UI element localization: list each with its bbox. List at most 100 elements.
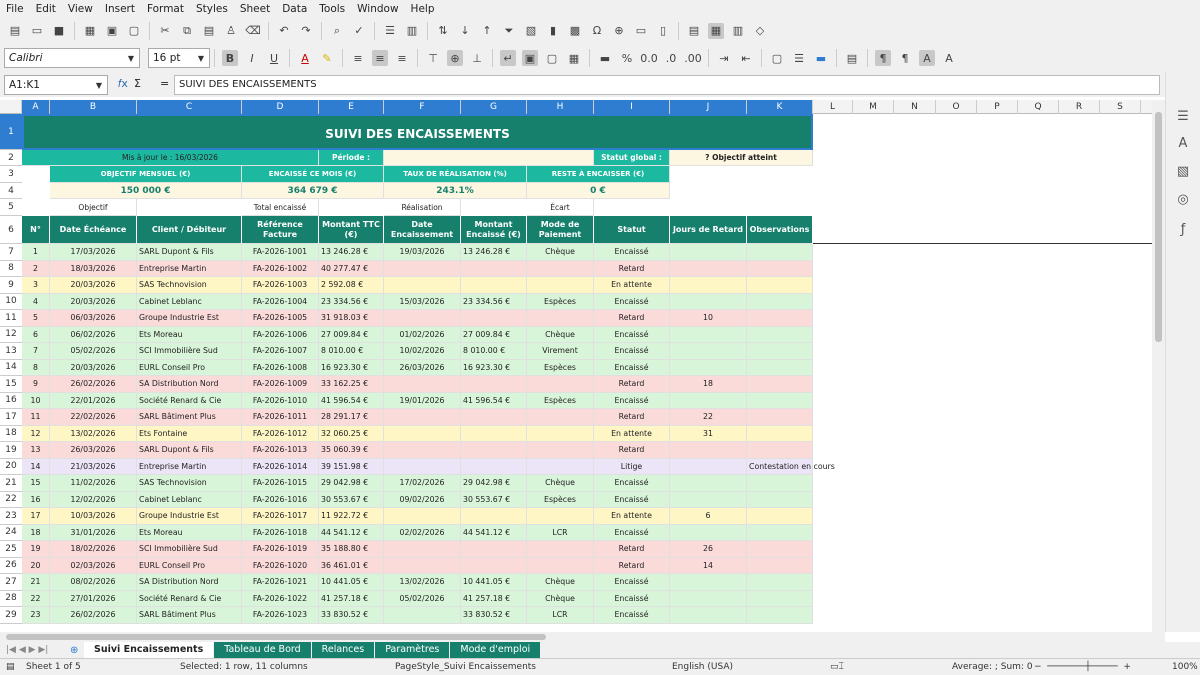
column-header-o[interactable]: O <box>936 100 977 114</box>
header-footer-icon[interactable]: ▯ <box>655 23 671 39</box>
clear-formatting-icon[interactable]: ⌫ <box>245 23 261 39</box>
comment-icon[interactable]: ▭ <box>633 23 649 39</box>
remove-decimal-icon[interactable]: .00 <box>684 50 702 66</box>
column-header-f[interactable]: F <box>384 100 461 114</box>
text-direction-left-right-icon[interactable]: A <box>919 50 935 66</box>
percent-icon[interactable]: % <box>619 50 635 66</box>
font-size-box[interactable]: 16 pt ▼ <box>148 48 210 68</box>
column-header-j[interactable]: J <box>670 100 747 114</box>
spellcheck-icon[interactable]: ✓ <box>351 23 367 39</box>
unmerge-icon[interactable]: ▢ <box>544 50 560 66</box>
row-header-8[interactable]: 8 <box>0 261 22 277</box>
row-header-29[interactable]: 29 <box>0 607 22 624</box>
sheet-tab-3[interactable]: Relances <box>311 642 375 658</box>
column-header-q[interactable]: Q <box>1018 100 1059 114</box>
name-box[interactable]: A1:K1 ▼ <box>4 75 108 95</box>
properties-icon[interactable]: ☰ <box>1174 109 1192 127</box>
currency-icon[interactable]: ▬ <box>597 50 613 66</box>
hyperlink-icon[interactable]: ⊕ <box>611 23 627 39</box>
align-middle-icon[interactable]: ⊕ <box>447 50 463 66</box>
column-header-d[interactable]: D <box>242 100 319 114</box>
add-decimal-icon[interactable]: .0 <box>663 50 679 66</box>
freeze-rows-columns-icon[interactable]: ▦ <box>708 22 724 39</box>
row-header-18[interactable]: 18 <box>0 426 22 442</box>
row-header-22[interactable]: 22 <box>0 492 22 508</box>
left-to-right-icon[interactable]: ¶ <box>875 50 891 66</box>
menu-item-insert[interactable]: Insert <box>105 3 135 15</box>
sort-descending-icon[interactable]: ↑ <box>479 23 495 39</box>
cell-borders-grid-icon[interactable]: ▦ <box>566 50 582 66</box>
row-header-20[interactable]: 20 <box>0 459 22 475</box>
column-header-e[interactable]: E <box>319 100 384 114</box>
column-header-c[interactable]: C <box>137 100 242 114</box>
decrease-indent-icon[interactable]: ⇤ <box>738 50 754 66</box>
sort-icon[interactable]: ⇅ <box>435 23 451 39</box>
border-style-icon[interactable]: ☰ <box>791 50 807 66</box>
row-header-15[interactable]: 15 <box>0 376 22 393</box>
row-header-13[interactable]: 13 <box>0 343 22 360</box>
redo-icon[interactable]: ↷ <box>298 23 314 39</box>
column-header-i[interactable]: I <box>594 100 670 114</box>
sheet-tab-5[interactable]: Mode d'emploi <box>450 642 541 658</box>
column-icon[interactable]: ▥ <box>404 23 420 39</box>
sheet-tab-2[interactable]: Tableau de Bord <box>214 642 311 658</box>
add-sheet-icon[interactable]: ⊕ <box>70 645 84 656</box>
row-header-7[interactable]: 7 <box>0 244 22 261</box>
row-header-21[interactable]: 21 <box>0 475 22 492</box>
styles-sidebar-icon[interactable]: A <box>1174 136 1192 154</box>
horizontal-scrollbar[interactable] <box>0 632 1165 642</box>
define-print-area-icon[interactable]: ▤ <box>686 23 702 39</box>
row-header-11[interactable]: 11 <box>0 310 22 327</box>
row-header-2[interactable]: 2 <box>0 150 22 166</box>
sum-icon[interactable]: Σ <box>134 77 141 90</box>
column-header-b[interactable]: B <box>50 100 137 114</box>
scroll-thumb[interactable] <box>1155 112 1162 342</box>
column-header-k[interactable]: K <box>747 100 813 114</box>
sheet-tab-4[interactable]: Paramètres <box>375 642 450 658</box>
row-header-27[interactable]: 27 <box>0 574 22 591</box>
menu-item-data[interactable]: Data <box>282 3 307 15</box>
border-color-icon[interactable]: ▬ <box>813 50 829 66</box>
navigator-icon[interactable]: ◎ <box>1174 192 1192 210</box>
menu-item-help[interactable]: Help <box>411 3 435 15</box>
menu-item-format[interactable]: Format <box>147 3 184 15</box>
row-header-6[interactable]: 6 <box>0 216 22 244</box>
show-draw-functions-icon[interactable]: ◇ <box>752 23 768 39</box>
sheet-tab-1[interactable]: Suivi Encaissements <box>84 642 214 658</box>
number-format-icon[interactable]: 0.0 <box>640 50 658 66</box>
print-preview-icon[interactable]: ▢ <box>126 23 142 39</box>
menu-item-view[interactable]: View <box>68 3 93 15</box>
right-to-left-icon[interactable]: ¶ <box>897 50 913 66</box>
chevron-down-icon[interactable]: ▼ <box>193 49 209 67</box>
undo-icon[interactable]: ↶ <box>276 23 292 39</box>
clone-formatting-icon[interactable]: ♙ <box>223 23 239 39</box>
functions-icon[interactable]: ƒ <box>1174 222 1192 240</box>
special-character-icon[interactable]: Ω <box>589 23 605 39</box>
row-header-24[interactable]: 24 <box>0 525 22 541</box>
pivot-table-icon[interactable]: ▩ <box>567 23 583 39</box>
selection-mode-icon[interactable]: ▭⌶ <box>830 659 844 675</box>
print-icon[interactable]: ▣ <box>104 23 120 39</box>
find-replace-icon[interactable]: ⌕ <box>329 23 345 39</box>
column-header-m[interactable]: M <box>853 100 894 114</box>
align-top-icon[interactable]: ⊤ <box>425 50 441 66</box>
conditional-format-icon[interactable]: ▤ <box>844 50 860 66</box>
vertical-scrollbar[interactable] <box>1152 100 1165 632</box>
align-bottom-icon[interactable]: ⊥ <box>469 50 485 66</box>
text-direction-top-bottom-icon[interactable]: A <box>941 50 957 66</box>
formula-icon[interactable]: = <box>160 77 169 90</box>
row-header-3[interactable]: 3 <box>0 166 22 183</box>
italic-icon[interactable]: I <box>244 50 260 66</box>
row-header-19[interactable]: 19 <box>0 442 22 459</box>
paste-icon[interactable]: ▤ <box>201 23 217 39</box>
align-left-icon[interactable]: ≡ <box>350 50 366 66</box>
tab-navigation-arrows[interactable]: |◀ ◀ ▶ ▶| <box>0 642 70 658</box>
column-header-s[interactable]: S <box>1100 100 1141 114</box>
autofilter-icon[interactable]: ⏷ <box>501 23 517 39</box>
corner-cell[interactable] <box>0 100 22 114</box>
underline-icon[interactable]: U <box>266 50 282 66</box>
image-icon[interactable]: ▧ <box>523 23 539 39</box>
align-right-icon[interactable]: ≡ <box>394 50 410 66</box>
column-header-h[interactable]: H <box>527 100 594 114</box>
highlight-color-icon[interactable]: ✎ <box>319 50 335 66</box>
